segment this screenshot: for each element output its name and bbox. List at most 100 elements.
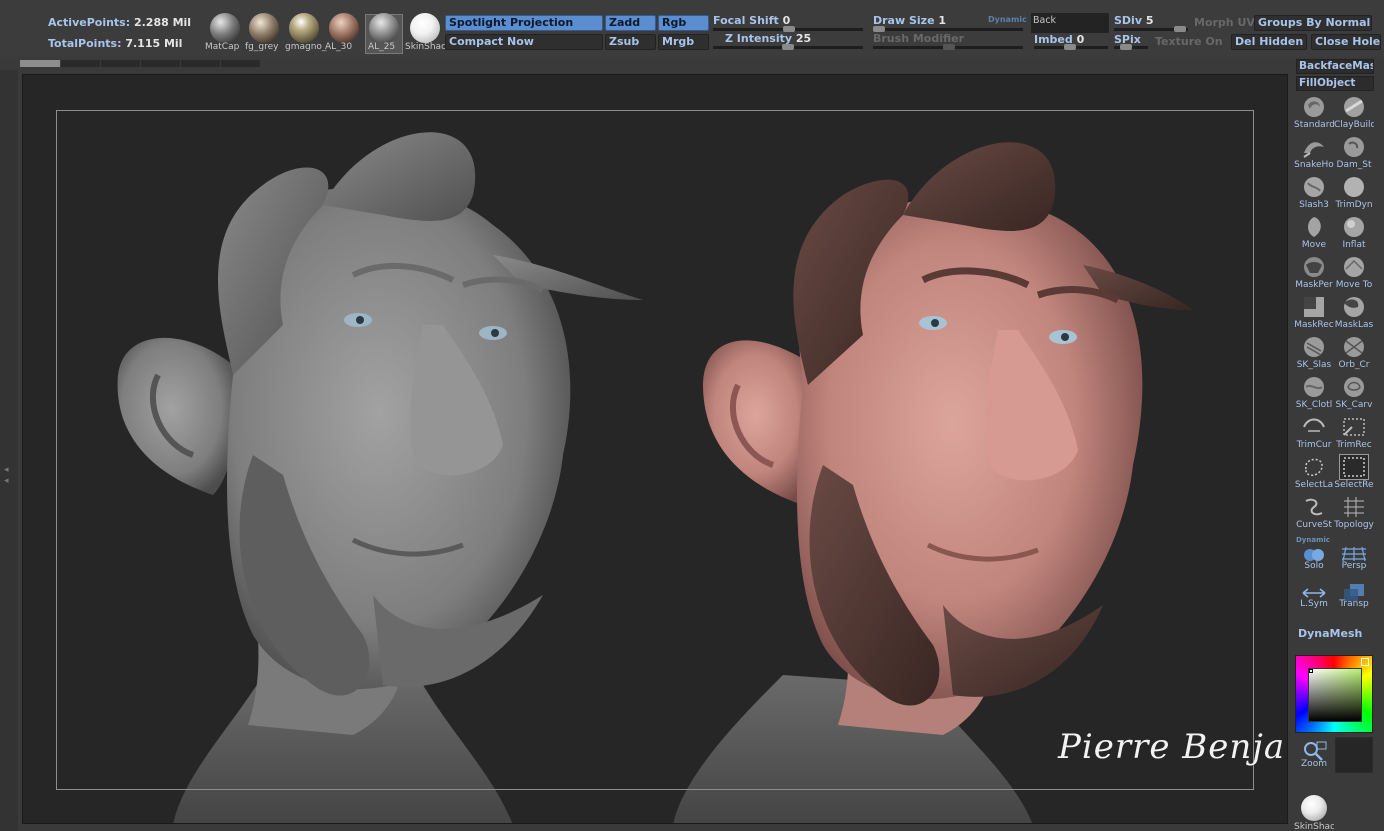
compact-now-button[interactable]: Compact Now — [445, 34, 603, 50]
tool-maskpen-brush[interactable]: MaskPer — [1294, 253, 1334, 293]
tool-label: SK_Carv — [1335, 400, 1373, 410]
progress-bar — [20, 60, 260, 67]
tool-label: TrimDyn — [1335, 200, 1373, 210]
total-points-value: 7.115 Mil — [125, 37, 183, 50]
color-picker[interactable] — [1295, 655, 1373, 733]
tool-trimcurve-brush[interactable]: TrimCur — [1294, 413, 1334, 453]
standard-brush-icon — [1304, 97, 1324, 117]
material-label: fg_grey — [245, 42, 279, 52]
tool-trimrect-brush[interactable]: TrimRec — [1334, 413, 1374, 453]
tool-label: Dam_St — [1336, 160, 1372, 170]
tool-snakehook-brush[interactable]: SnakeHo — [1294, 133, 1334, 173]
skinshade-material-button[interactable]: SkinShac — [1294, 793, 1334, 831]
tool-claybuildup-brush[interactable]: ClayBuild — [1334, 93, 1374, 133]
progress-segment-divider — [100, 60, 101, 67]
back-toggle[interactable]: Back — [1031, 13, 1109, 33]
move-brush-icon — [1308, 217, 1321, 237]
focal-shift-control[interactable]: Focal Shift 0 — [713, 14, 790, 27]
tool-damstandard-brush[interactable]: Dam_St — [1334, 133, 1374, 173]
tool-sk-carve-brush[interactable]: SK_Carv — [1334, 373, 1374, 413]
zoom-button[interactable]: Zoom — [1294, 738, 1334, 778]
secondary-color-swatch[interactable] — [1335, 737, 1373, 773]
imbed-control[interactable]: Imbed 0 — [1034, 33, 1084, 46]
zadd-button[interactable]: Zadd — [605, 15, 656, 31]
tool-movetopological-brush[interactable]: Move To — [1334, 253, 1374, 293]
orb-cracks-brush-icon — [1344, 337, 1364, 357]
tool-selectlasso-brush[interactable]: SelectLa — [1294, 453, 1334, 493]
zsub-button[interactable]: Zsub — [605, 34, 656, 50]
del-hidden-button[interactable]: Del Hidden — [1231, 34, 1307, 50]
tool-slash3-brush[interactable]: Slash3 — [1294, 173, 1334, 213]
z-intensity-knob[interactable] — [782, 44, 794, 50]
fg-grey-sphere-icon[interactable] — [249, 13, 279, 43]
al25-sphere-icon[interactable] — [369, 13, 399, 43]
imbed-slider[interactable] — [1034, 44, 1108, 50]
gmagno-sphere-icon[interactable] — [289, 13, 319, 43]
draw-size-slider[interactable] — [873, 26, 1023, 32]
al30-sphere-icon[interactable] — [329, 13, 359, 43]
transparency-button[interactable]: Transp — [1334, 579, 1374, 619]
z-intensity-label: Z Intensity — [725, 32, 793, 45]
tool-label: MaskLas — [1334, 320, 1374, 330]
imbed-knob[interactable] — [1064, 44, 1076, 50]
groups-by-normals-button[interactable]: Groups By Normals — [1254, 15, 1372, 31]
saturation-value-square[interactable] — [1308, 668, 1362, 722]
tool-label: SK_Slas — [1296, 360, 1332, 370]
spotlight-projection-button[interactable]: Spotlight Projection — [445, 15, 603, 31]
skinshade-sphere-icon[interactable] — [410, 13, 440, 43]
tray-collapse-icon[interactable]: ◂ ◂ — [4, 465, 13, 487]
tool-maskrect-brush[interactable]: MaskRec — [1294, 293, 1334, 333]
texture-on-button[interactable]: Texture On — [1155, 35, 1223, 48]
tool-label: Topology — [1334, 520, 1374, 530]
skinshade-sphere-icon — [1301, 795, 1327, 821]
local-symmetry-button[interactable]: L.Sym — [1294, 579, 1334, 619]
tool-orb-cracks-brush[interactable]: Orb_Cr — [1334, 333, 1374, 373]
brush-modifier-knob[interactable] — [943, 44, 955, 50]
mrgb-button[interactable]: Mrgb — [658, 34, 709, 50]
dynamic-toggle[interactable]: Dynamic — [988, 15, 1027, 24]
left-tray-edge[interactable]: ◂ ◂ — [0, 70, 18, 831]
solo-button[interactable]: Solo — [1294, 541, 1334, 581]
spix-knob[interactable] — [1120, 44, 1132, 50]
backface-mask-button[interactable]: BackfaceMas — [1296, 59, 1374, 74]
fill-object-button[interactable]: FillObject — [1296, 76, 1374, 91]
brush-modifier-slider[interactable] — [873, 44, 1023, 50]
tool-topology-brush[interactable]: Topology — [1334, 493, 1374, 533]
material-label: AL_30 — [325, 42, 353, 52]
sdiv-knob[interactable] — [1174, 26, 1186, 32]
matcap-sphere-icon[interactable] — [210, 13, 240, 43]
sdiv-control[interactable]: SDiv 5 — [1114, 14, 1154, 27]
tool-label: CurveSt — [1296, 520, 1332, 530]
total-points-label: TotalPoints: — [48, 37, 122, 50]
focal-shift-slider[interactable] — [713, 26, 863, 32]
persp-button[interactable]: Persp — [1334, 541, 1374, 581]
snakehook-brush-icon — [1303, 142, 1324, 158]
tool-move-brush[interactable]: Move — [1294, 213, 1334, 253]
total-points-readout: TotalPoints: 7.115 Mil — [48, 37, 182, 50]
z-intensity-control[interactable]: Z Intensity 25 — [725, 32, 811, 45]
spix-slider[interactable] — [1114, 44, 1148, 50]
tool-curvestrap-brush[interactable]: CurveSt — [1294, 493, 1334, 533]
tool-label: Standard — [1294, 120, 1334, 130]
morph-uv-button[interactable]: Morph UV — [1194, 16, 1255, 29]
tool-sk-slash-brush[interactable]: SK_Slas — [1294, 333, 1334, 373]
dynamesh-button[interactable]: DynaMesh — [1298, 627, 1362, 640]
tool-inflate-brush[interactable]: Inflat — [1334, 213, 1374, 253]
sdiv-slider[interactable] — [1114, 26, 1188, 32]
topology-brush-icon — [1344, 497, 1364, 517]
tool-masklasso-brush[interactable]: MaskLas — [1334, 293, 1374, 333]
close-holes-button[interactable]: Close Holes — [1311, 34, 1381, 50]
tool-label: MaskPer — [1295, 280, 1333, 290]
z-intensity-slider[interactable] — [713, 44, 863, 50]
tool-trimdynamic-brush[interactable]: TrimDyn — [1334, 173, 1374, 213]
document-canvas[interactable]: Pierre Benjamin — [22, 74, 1288, 824]
draw-size-control[interactable]: Draw Size 1 — [873, 14, 946, 27]
rgb-button[interactable]: Rgb — [658, 15, 709, 31]
tool-standard-brush[interactable]: Standard — [1294, 93, 1334, 133]
material-label: gmagno_ — [285, 42, 327, 52]
movetopological-brush-icon — [1344, 257, 1364, 277]
tool-sk-cloth-brush[interactable]: SK_Clotl — [1294, 373, 1334, 413]
tool-label: Move — [1301, 240, 1327, 250]
tool-label: SelectRe — [1334, 480, 1374, 490]
tool-selectrect-brush[interactable]: SelectRe — [1334, 453, 1374, 493]
